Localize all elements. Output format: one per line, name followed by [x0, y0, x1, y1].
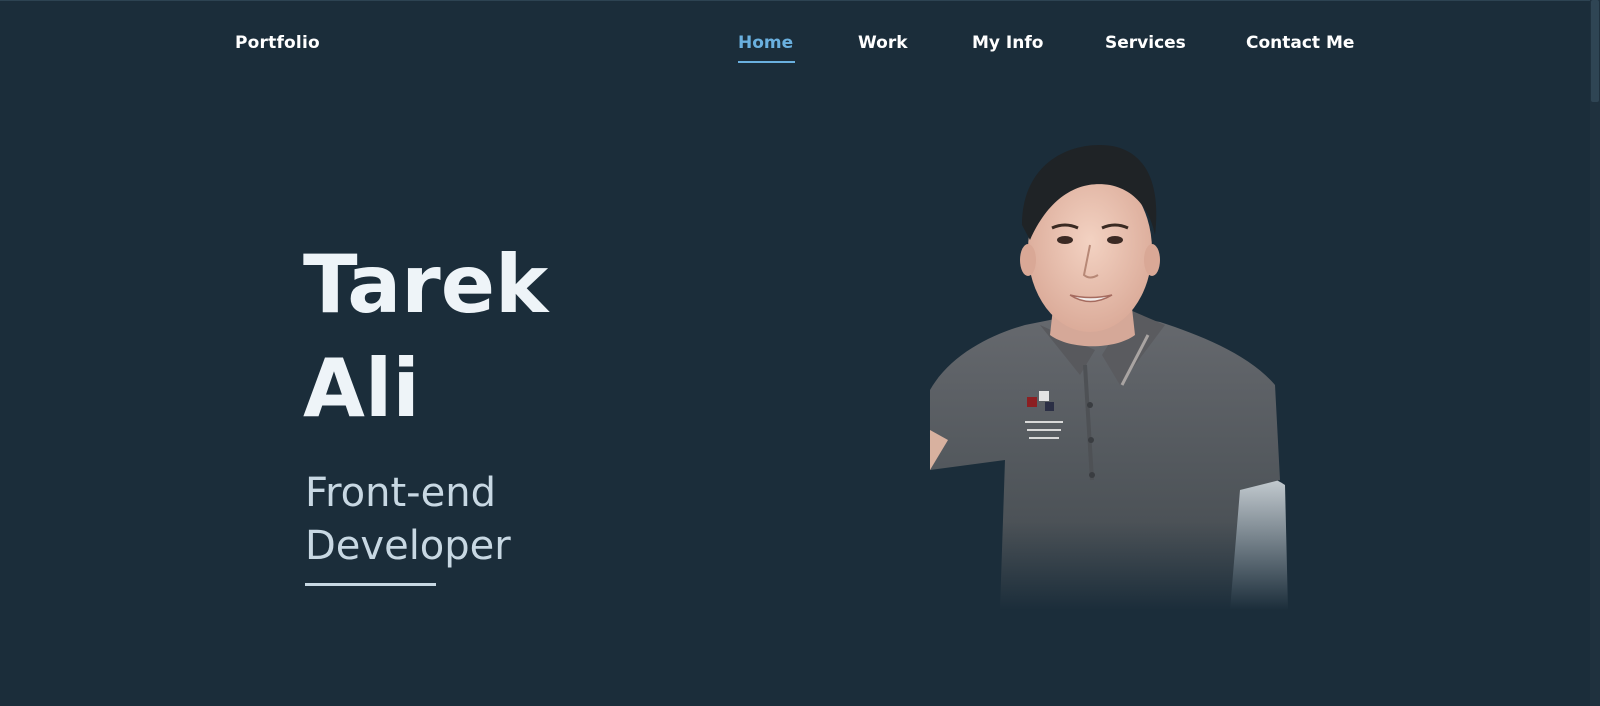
nav-link-home[interactable]: Home	[738, 33, 793, 53]
scrollbar-track[interactable]	[1590, 0, 1600, 706]
navbar: Portfolio Home Work My Info Services Con…	[0, 0, 1600, 90]
hero-role-line-1: Front-end	[305, 470, 496, 516]
nav-link-contact-me[interactable]: Contact Me	[1246, 33, 1354, 53]
hero-last-name: Ali	[303, 342, 420, 435]
nav-link-work[interactable]: Work	[858, 33, 908, 53]
nav-link-my-info[interactable]: My Info	[972, 33, 1043, 53]
logo[interactable]: Portfolio	[235, 33, 320, 53]
hero-first-name: Tarek	[303, 238, 549, 331]
portrait-photo	[930, 145, 1288, 610]
active-nav-indicator	[738, 61, 795, 63]
hero-underline	[305, 583, 436, 586]
hero-role-line-2: Developer	[305, 523, 511, 569]
scrollbar-thumb[interactable]	[1591, 0, 1599, 102]
nav-link-services[interactable]: Services	[1105, 33, 1186, 53]
